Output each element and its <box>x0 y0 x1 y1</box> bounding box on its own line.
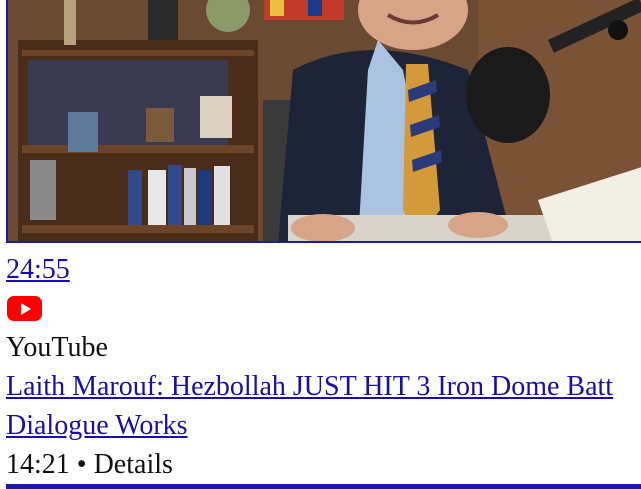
video-thumbnail-link[interactable] <box>6 0 641 245</box>
channel-name-link[interactable]: Dialogue Works <box>6 410 188 442</box>
next-item-border <box>6 484 641 489</box>
video-title-link[interactable]: Laith Marouf: Hezbollah JUST HIT 3 Iron … <box>6 371 613 403</box>
video-thumbnail <box>6 0 641 243</box>
video-meta: 14:21 • Details <box>6 449 173 480</box>
thumbnail-image <box>8 0 641 241</box>
youtube-logo-icon <box>7 296 42 321</box>
video-source-label: YouTube <box>6 332 108 363</box>
video-result-card: 24:55 YouTube Laith Marouf: Hezbollah JU… <box>0 0 641 489</box>
video-duration-link[interactable]: 24:55 <box>6 254 70 286</box>
